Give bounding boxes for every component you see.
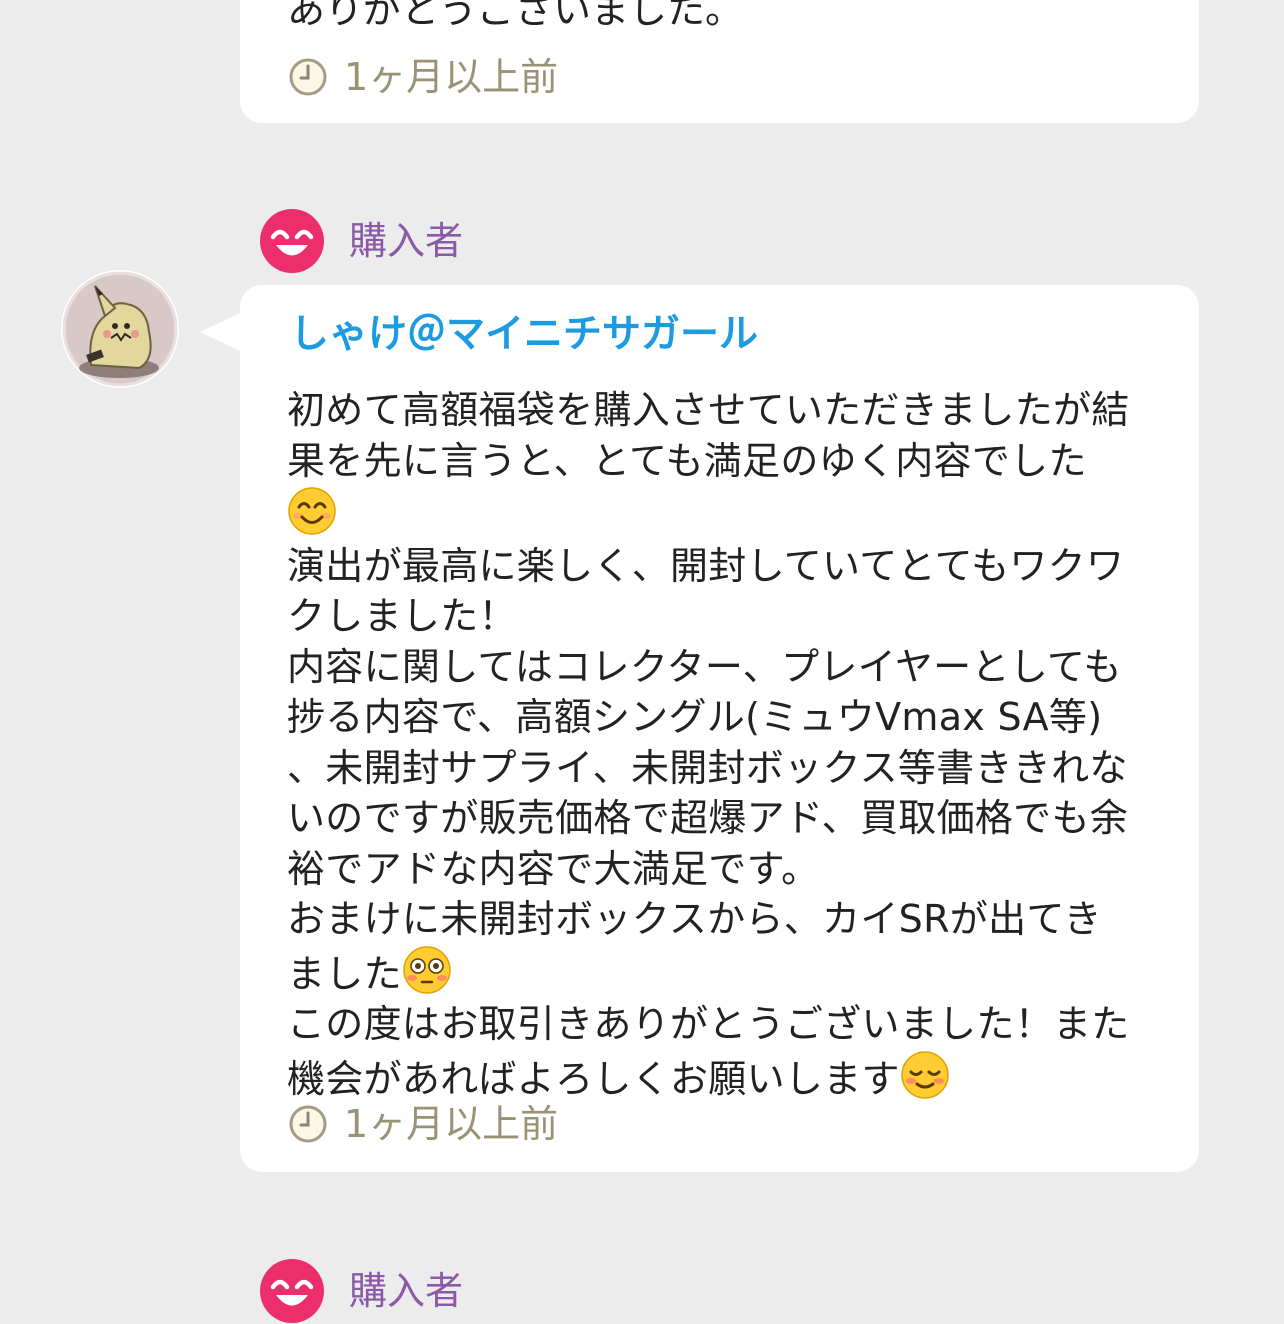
timestamp-text: 1ヶ月以上前 <box>344 55 559 99</box>
review-text-line: この度はお取引きありがとうございました！また <box>287 1002 1130 1046</box>
review-card: しゃけ＠マイニチサガール 初めて高額福袋を購入させていただきましたが結 果を先に言… <box>240 285 1199 1172</box>
clock-icon <box>289 1105 327 1143</box>
reviewer-role-next: 購入者 <box>259 1258 463 1324</box>
review-text-line: 内容に関してはコレクター、プレイヤーとしても <box>287 644 1122 689</box>
mimikyu-avatar <box>62 271 178 387</box>
bubble-tail <box>200 312 242 352</box>
review-text-line: クしました！ <box>287 594 517 638</box>
review-text-line: 、未開封サプライ、未開封ボックス等書ききれな <box>287 745 1128 790</box>
review-card-previous: ありがとうございました。 1ヶ月以上前 <box>240 0 1199 123</box>
review-text-line: 初めて高額福袋を購入させていただきましたが結 <box>287 388 1130 432</box>
review-text-tail: ありがとうございました。 <box>287 0 744 32</box>
timestamp-text: 1ヶ月以上前 <box>344 1102 559 1146</box>
review-text-line: いのですが販売価格で超爆アド、買取価格でも余 <box>287 796 1129 840</box>
review-timestamp: 1ヶ月以上前 <box>288 54 558 100</box>
review-text-line <box>287 486 1167 541</box>
role-label: 購入者 <box>349 219 464 263</box>
smiley-face-icon <box>260 209 324 273</box>
review-text-line: 演出が最高に楽しく、開封していてとてもワクワ <box>287 543 1125 588</box>
review-text-line: ました <box>287 945 1167 1000</box>
review-timestamp: 1ヶ月以上前 <box>288 1101 558 1147</box>
clock-icon <box>289 58 327 96</box>
reviewer-role: 購入者 <box>259 208 463 274</box>
review-text-line: 捗る内容で、高額シングル(ミュウVmax SA等) <box>287 695 1103 739</box>
review-text-line: 果を先に言うと、とても満足のゆく内容でした <box>287 438 1087 483</box>
review-text: 初めて高額福袋を購入させていただきましたが結 果を先に言うと、とても満足のゆく内容… <box>287 385 1167 1104</box>
review-text-line: おまけに未開封ボックスから、カイSRが出てき <box>287 897 1102 941</box>
review-text-line: 裕でアドな内容で大満足です。 <box>287 846 820 891</box>
reviewer-name[interactable]: しゃけ＠マイニチサガール <box>290 309 758 361</box>
role-label: 購入者 <box>349 1269 464 1313</box>
smiling-face-emoji <box>288 487 336 535</box>
user-avatar[interactable] <box>61 270 179 388</box>
flushed-face-emoji <box>403 945 451 994</box>
smiley-face-icon <box>260 1259 324 1323</box>
review-text-line: 機会があればよろしくお願いします <box>287 1050 1167 1105</box>
relieved-face-emoji <box>901 1050 949 1099</box>
